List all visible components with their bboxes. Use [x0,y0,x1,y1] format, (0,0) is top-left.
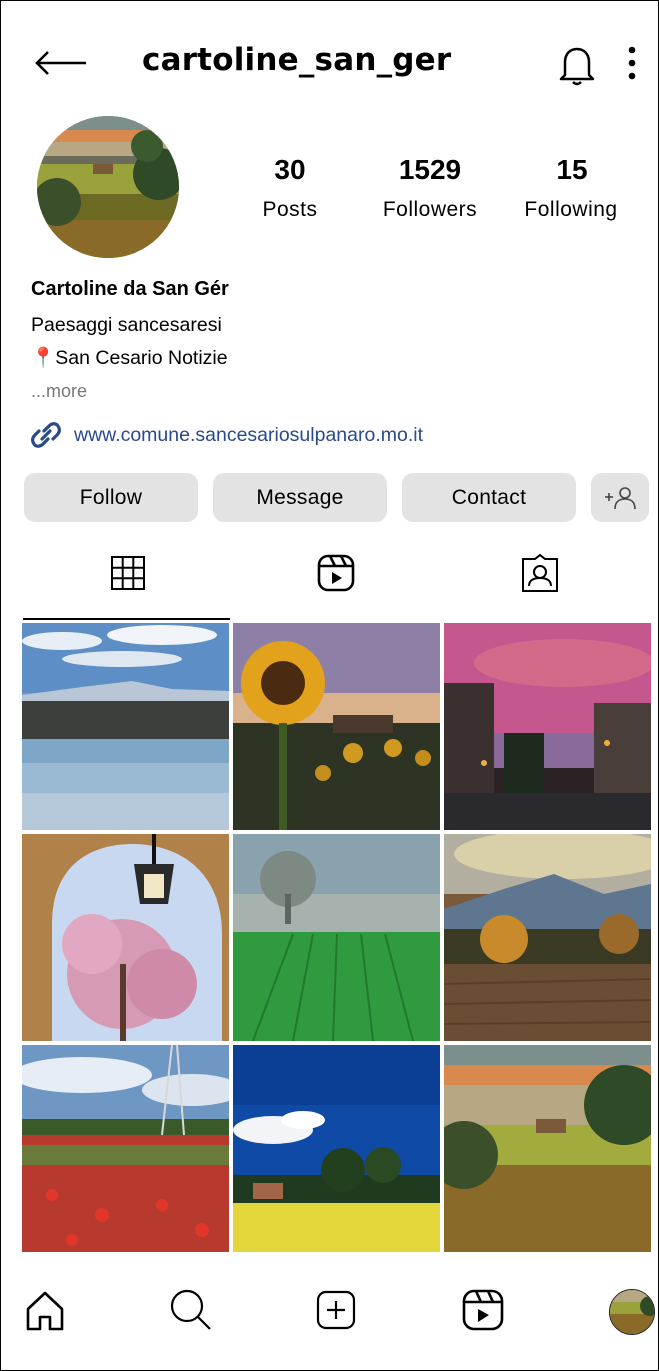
posts-count: 30 [274,154,306,185]
link-icon [31,422,61,448]
grid-icon[interactable] [108,553,148,593]
bio-website-link[interactable]: www.comune.sancesariosulpanaro.mo.it [74,424,423,447]
follow-button[interactable]: Follow [24,473,198,522]
profile-nav-avatar[interactable] [609,1289,655,1335]
post-grid [22,623,652,1254]
search-icon[interactable] [168,1287,214,1333]
bell-icon[interactable] [557,44,597,86]
new-post-icon[interactable] [313,1287,359,1333]
contact-button[interactable]: Contact [402,473,576,522]
message-button[interactable]: Message [213,473,387,522]
grid-post-pink-sky-village[interactable] [444,623,651,830]
tagged-icon[interactable] [520,553,560,593]
grid-post-lake-mountains[interactable] [22,623,229,830]
grid-post-foggy-tree-green-field[interactable] [233,834,440,1041]
profile-avatar[interactable] [37,116,179,258]
add-person-icon [605,486,636,509]
profile-username: cartoline_san_ger [142,42,452,78]
following-label[interactable]: Following [496,198,646,222]
active-tab-indicator [23,618,230,620]
reels-icon[interactable] [316,553,356,593]
profile-display-name: Cartoline da San Gér [31,278,229,300]
grid-post-arch-pink-tree-lantern[interactable] [22,834,229,1041]
grid-post-hills-farmhouse-sunset[interactable] [444,1045,651,1252]
following-count[interactable]: 15 [502,154,642,186]
back-arrow-icon[interactable] [34,50,88,76]
bio-line-1: Paesaggi sancesaresi [31,314,222,336]
followers-count[interactable]: 1529 [360,154,500,186]
followers-label[interactable]: Followers [355,198,505,222]
grid-post-sunflower-sunset[interactable] [233,623,440,830]
home-icon[interactable] [22,1287,68,1333]
grid-post-poppy-field-pylon[interactable] [22,1045,229,1252]
suggest-people-button[interactable] [591,473,649,522]
kebab-menu-icon[interactable] [625,44,639,82]
reels-nav-icon[interactable] [460,1287,506,1333]
bio-more-link[interactable]: ...more [31,381,87,402]
grid-post-autumn-mountains-field[interactable] [444,834,651,1041]
grid-post-yellow-field-blue-sky[interactable] [233,1045,440,1252]
bio-line-2: 📍San Cesario Notizie [31,347,228,369]
posts-label: Posts [262,198,318,221]
